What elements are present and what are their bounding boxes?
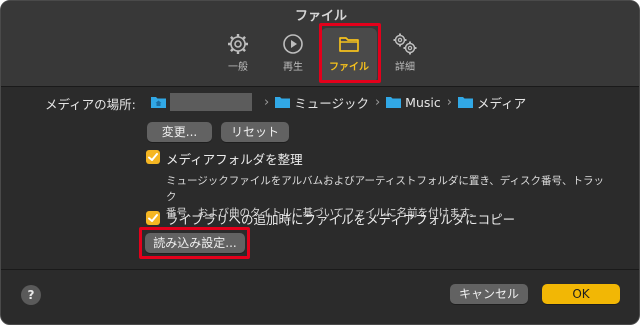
- reset-button[interactable]: リセット: [221, 122, 289, 142]
- redacted-username: [170, 93, 252, 111]
- path-separator-icon: ›: [374, 94, 381, 110]
- play-circle-icon: [283, 34, 303, 54]
- help-button[interactable]: ?: [21, 285, 41, 305]
- folder-icon: [457, 97, 473, 108]
- path-segment: ミュージック: [294, 95, 369, 111]
- tab-playback-label: 再生: [283, 62, 303, 73]
- window-title: ファイル: [294, 9, 347, 24]
- tab-advanced[interactable]: 詳細: [377, 28, 433, 83]
- path-segment: メディア: [476, 95, 527, 111]
- organize-description-line: ミュージックファイルをアルバムおよびアーティストフォルダに置き、ディスク番号、ト…: [166, 175, 604, 203]
- checkmark-icon: [148, 214, 158, 222]
- change-button[interactable]: 変更...: [147, 122, 212, 142]
- copy-on-add-label: ライブラリへの追加時にファイルをメディアフォルダにコピー: [166, 212, 516, 227]
- path-separator-icon: ›: [446, 94, 452, 110]
- gears-icon: [393, 33, 417, 55]
- toolbar: ファイル 一般 再生 ファイル 詳細: [1, 1, 639, 87]
- path-segment: Music: [405, 94, 441, 110]
- media-location-path: › ミュージック › Music › メディア: [151, 93, 527, 111]
- organize-label: メディアフォルダを整理: [166, 152, 303, 167]
- folder-icon: [275, 97, 291, 108]
- tab-general[interactable]: 一般: [210, 28, 266, 83]
- organize-checkbox[interactable]: [146, 150, 160, 164]
- home-folder-icon: [151, 97, 166, 108]
- folder-icon: [386, 97, 402, 108]
- tab-playback[interactable]: 再生: [265, 28, 321, 83]
- tab-highlight-box: [319, 23, 381, 83]
- cancel-button[interactable]: キャンセル: [450, 284, 528, 304]
- footer-divider: [1, 269, 639, 270]
- path-separator-icon: ›: [264, 94, 270, 110]
- ok-button[interactable]: OK: [542, 284, 620, 304]
- gear-icon: [228, 34, 248, 54]
- import-settings-highlight-box: [139, 227, 250, 259]
- checkmark-icon: [148, 153, 158, 161]
- tab-general-label: 一般: [228, 62, 248, 73]
- tab-advanced-label: 詳細: [395, 62, 415, 73]
- media-location-label: メディアの場所:: [45, 97, 136, 112]
- copy-on-add-checkbox[interactable]: [146, 211, 160, 225]
- preferences-window: ファイル 一般 再生 ファイル 詳細 メディアの場所: › ミュージック › M…: [0, 0, 640, 325]
